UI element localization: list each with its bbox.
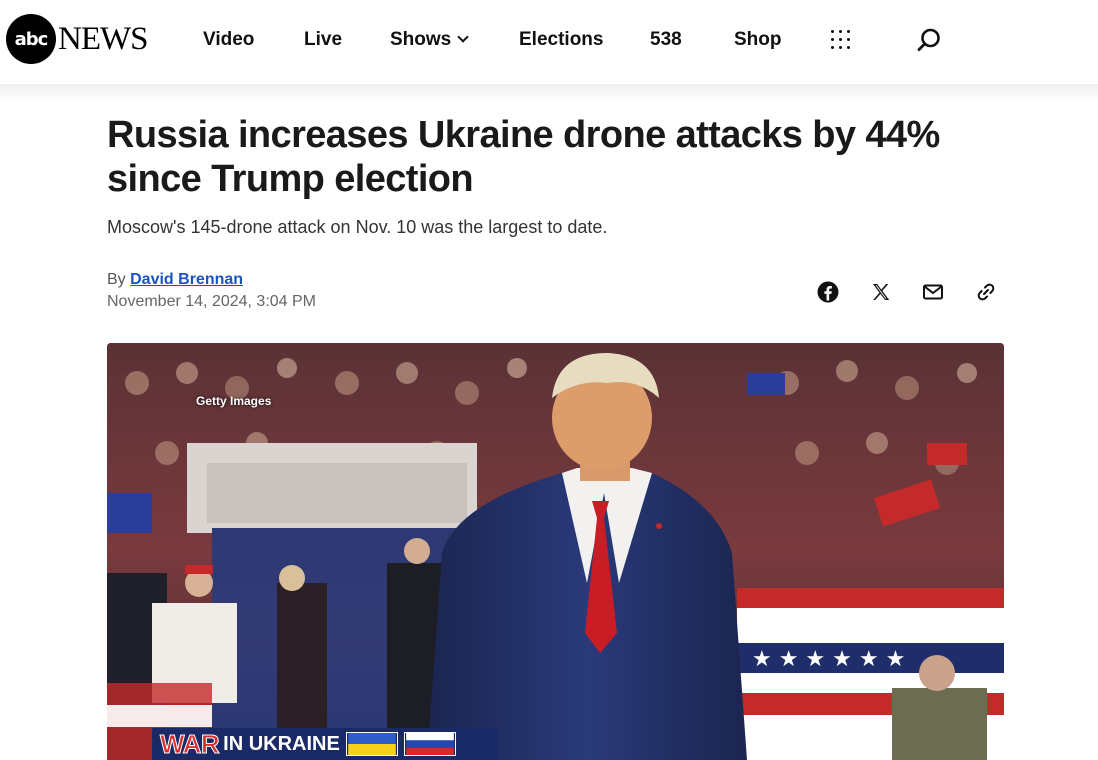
nav-item-shows[interactable]: Shows [390, 26, 469, 54]
byline-prefix: By [107, 271, 126, 288]
header-divider [0, 84, 1098, 102]
nav-item-elections[interactable]: Elections [519, 26, 603, 54]
logo-wordmark: NEWS [58, 20, 148, 57]
site-header: abc NEWS Video Live Shows Elections 538 … [0, 0, 1098, 84]
author-link[interactable]: David Brennan [130, 271, 243, 288]
publish-date: November 14, 2024, 3:04 PM [107, 293, 317, 310]
ukraine-flag-icon [345, 732, 398, 756]
byline: By David Brennan [107, 271, 243, 289]
app-grid-icon[interactable] [830, 29, 852, 51]
link-icon[interactable] [974, 280, 998, 304]
article-headline: Russia increases Ukraine drone attacks b… [107, 114, 940, 200]
russia-flag-icon [403, 732, 456, 756]
nav-item-live[interactable]: Live [304, 26, 342, 54]
svg-text:★ ★ ★ ★ ★ ★: ★ ★ ★ ★ ★ ★ [752, 647, 905, 672]
war-in-ukraine-banner[interactable]: WAR IN UKRAINE [152, 728, 498, 760]
nav-item-shows-label: Shows [390, 29, 452, 50]
search-icon[interactable] [916, 27, 942, 53]
nav-item-538[interactable]: 538 [650, 26, 682, 54]
logo-badge: abc [6, 14, 56, 64]
x-icon[interactable] [869, 280, 893, 304]
mail-icon[interactable] [921, 280, 945, 304]
nav-item-shop[interactable]: Shop [734, 26, 782, 54]
banner-war-text: WAR [159, 728, 220, 759]
chevron-down-icon [457, 31, 469, 43]
abc-news-logo[interactable]: abc NEWS [6, 14, 148, 64]
banner-sub-text: IN UKRAINE [223, 732, 340, 755]
nav-item-video[interactable]: Video [203, 26, 254, 54]
image-credit: Getty Images [196, 394, 272, 408]
facebook-icon[interactable] [816, 280, 840, 304]
article-dek: Moscow's 145-drone attack on Nov. 10 was… [107, 217, 608, 237]
